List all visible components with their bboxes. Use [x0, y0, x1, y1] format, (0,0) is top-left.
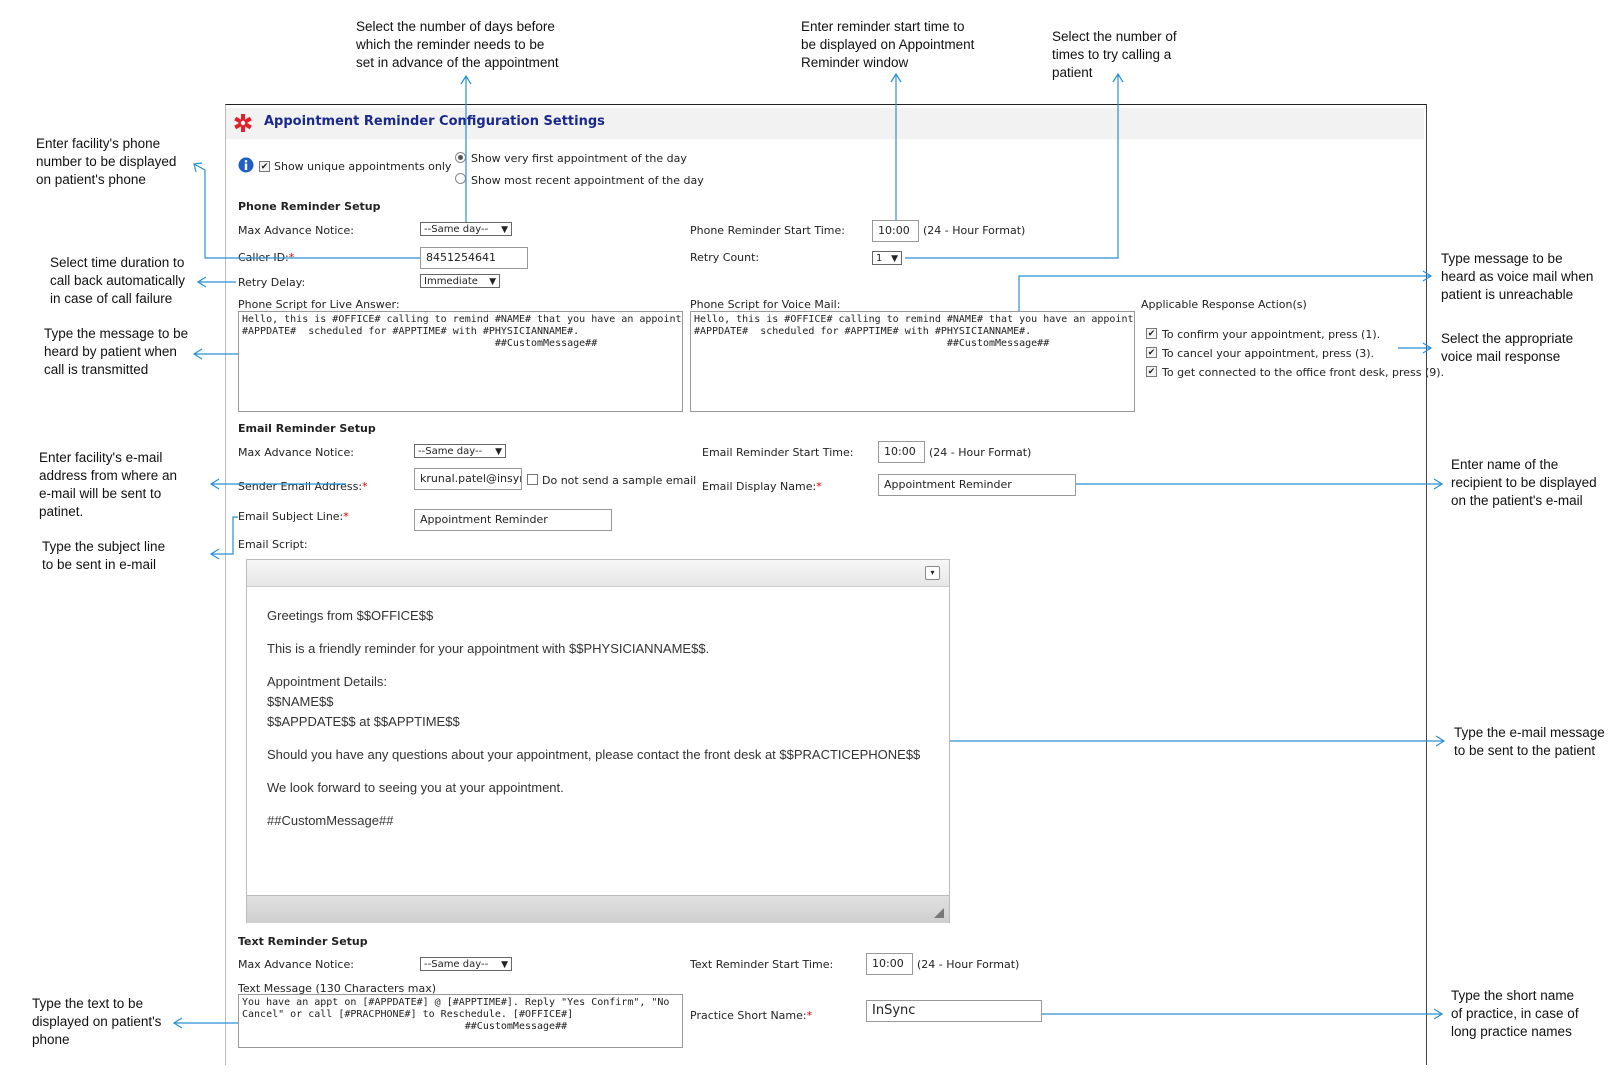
- annotation-facility-phone: Enter facility's phone number to be displ…: [36, 136, 177, 187]
- annotation-vm-response: Select the appropriate voice mail respons…: [1441, 331, 1574, 364]
- annotation-retry-delay: Select time duration to call back automat…: [50, 255, 186, 306]
- annotation-short-name: Type the short name of practice, in case …: [1451, 988, 1579, 1039]
- annotation-days-before: Select the number of days before which th…: [356, 19, 559, 70]
- annotation-start-time: Enter reminder start time to be displayed…: [801, 19, 975, 70]
- annotation-live-message: Type the message to be heard by patient w…: [44, 326, 189, 377]
- annotation-voicemail-message: Type message to be heard as voice mail wh…: [1441, 251, 1594, 302]
- annotation-facility-email: Enter facility's e-mail address from wher…: [39, 450, 178, 519]
- callout-lines: [172, 72, 1446, 1029]
- annotation-email-message: Type the e-mail message to be sent to the…: [1454, 725, 1605, 758]
- annotation-subject: Type the subject line to be sent in e-mai…: [42, 539, 166, 572]
- annotation-retry-times: Select the number of times to try calling…: [1052, 29, 1177, 80]
- annotation-text-message: Type the text to be displayed on patient'…: [32, 996, 162, 1047]
- annotation-recipient: Enter name of the recipient to be display…: [1451, 457, 1597, 508]
